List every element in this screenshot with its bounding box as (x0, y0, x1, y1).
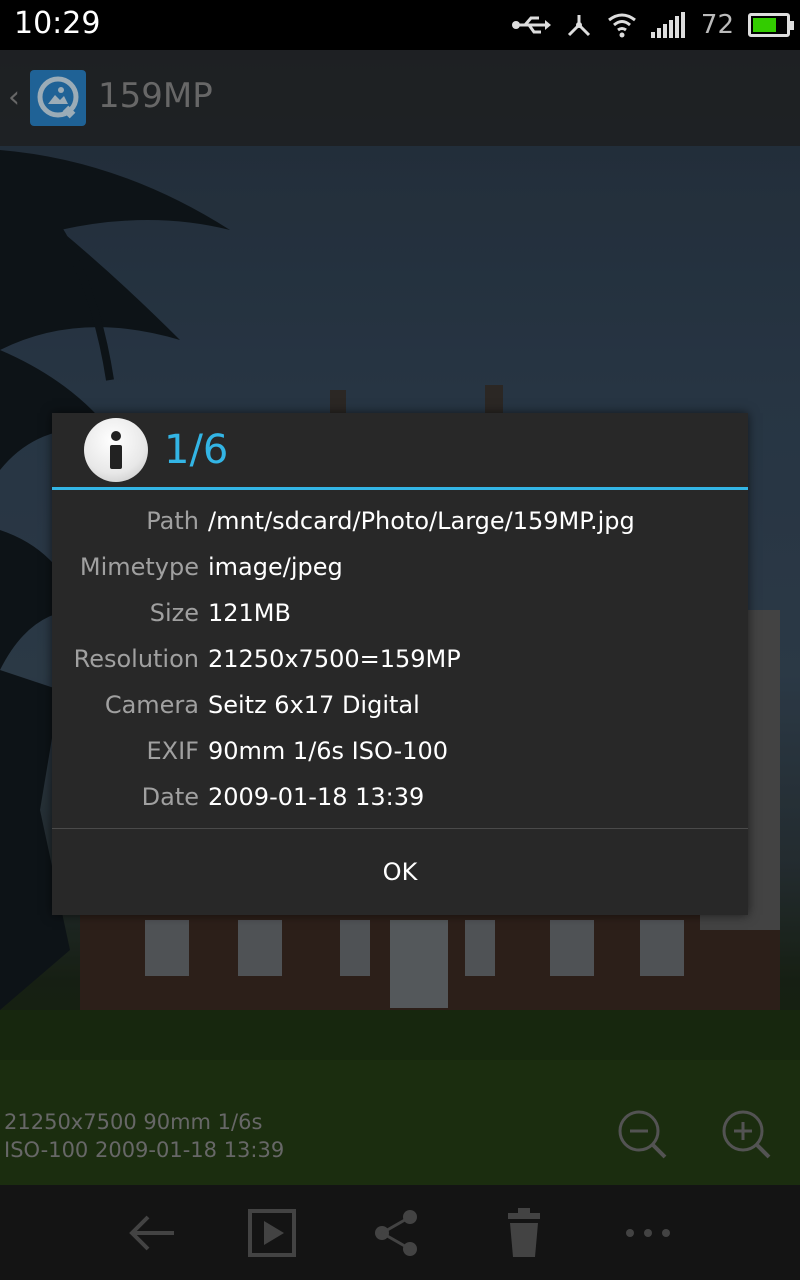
detail-row-resolution: Resolution 21250x7500=159MP (52, 637, 748, 683)
info-icon (84, 418, 148, 482)
detail-row-mimetype: Mimetype image/jpeg (52, 545, 748, 591)
row-value: Seitz 6x17 Digital (208, 691, 420, 719)
wifi-icon (607, 13, 636, 38)
row-label: Size (149, 599, 199, 627)
row-value: 90mm 1/6s ISO-100 (208, 737, 449, 765)
row-label: Date (141, 783, 199, 811)
status-bar: 10:29 72 (0, 0, 800, 50)
ok-button[interactable]: OK (52, 829, 748, 915)
usb-debug-icon (567, 15, 590, 37)
info-dialog: 1/6 Path /mnt/sdcard/Photo/Large/159MP.j… (52, 413, 748, 915)
row-label: EXIF (146, 737, 200, 765)
status-icons: 72 (511, 8, 794, 42)
row-value: /mnt/sdcard/Photo/Large/159MP.jpg (208, 507, 635, 535)
row-value: 121MB (208, 599, 291, 627)
row-value: 2009-01-18 13:39 (208, 783, 425, 811)
row-value: 21250x7500=159MP (208, 645, 461, 673)
row-label: Resolution (73, 645, 199, 673)
signal-icon (650, 12, 685, 38)
detail-row-camera: Camera Seitz 6x17 Digital (52, 683, 748, 729)
row-value: image/jpeg (208, 553, 343, 581)
detail-row-path: Path /mnt/sdcard/Photo/Large/159MP.jpg (52, 499, 748, 545)
dialog-header: 1/6 (52, 413, 748, 487)
detail-row-date: Date 2009-01-18 13:39 (52, 775, 748, 821)
detail-row-size: Size 121MB (52, 591, 748, 637)
dialog-title: 1/6 (164, 427, 229, 473)
usb-icon (511, 16, 551, 34)
battery-percent: 72 (700, 10, 734, 40)
battery-icon (748, 13, 794, 37)
dialog-title-divider (52, 487, 748, 490)
battery-level (753, 18, 776, 32)
detail-rows: Path /mnt/sdcard/Photo/Large/159MP.jpg M… (52, 499, 748, 821)
row-label: Mimetype (79, 553, 199, 581)
row-label: Camera (104, 691, 199, 719)
row-label: Path (146, 507, 199, 535)
detail-row-exif: EXIF 90mm 1/6s ISO-100 (52, 729, 748, 775)
status-time: 10:29 (14, 6, 101, 41)
